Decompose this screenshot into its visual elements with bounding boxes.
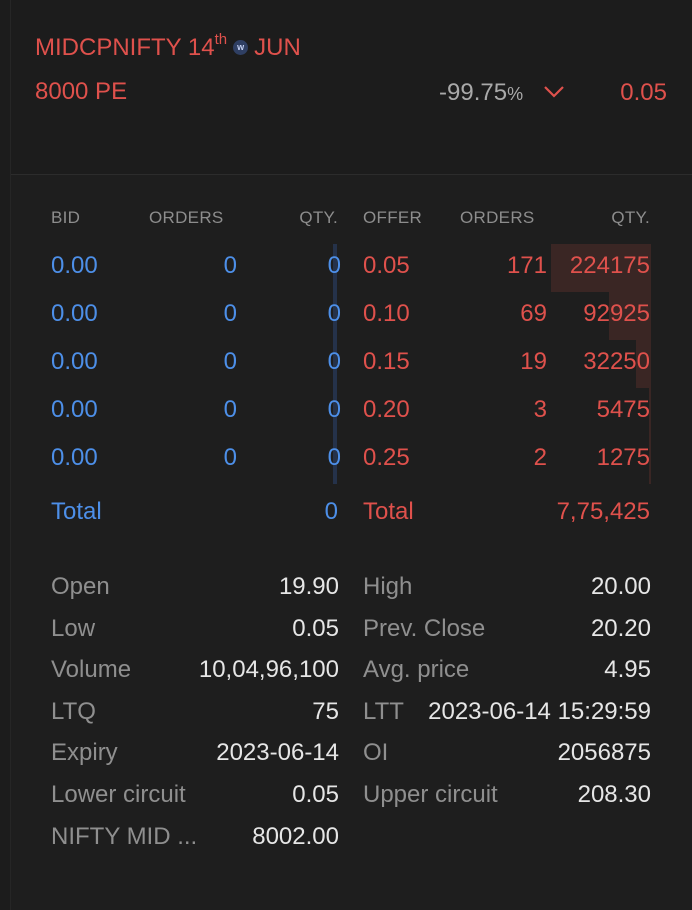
bid-price: 0.00: [51, 252, 98, 279]
change-unit: %: [507, 84, 524, 104]
bid-qty: 0: [327, 252, 341, 279]
stat-label: Avg. price: [363, 656, 470, 683]
bid-price: 0.00: [51, 348, 98, 375]
stat-label: Volume: [51, 656, 132, 683]
bid-orders: 0: [223, 444, 237, 471]
offer-total-label: Total: [363, 498, 414, 525]
bid-qty: 0: [327, 396, 341, 423]
header-bid: BID: [51, 208, 81, 227]
stat-label: Lower circuit: [51, 781, 186, 808]
stat-label: Open: [51, 573, 110, 600]
stat-value: 20.00: [590, 573, 651, 600]
bid-orders: 0: [223, 252, 237, 279]
stat-label: High: [363, 573, 413, 600]
expiry-month: JUN: [254, 34, 301, 61]
stat-value: 19.90: [278, 573, 339, 600]
bid-orders: 0: [223, 300, 237, 327]
header-offer-orders: ORDERS: [460, 208, 535, 227]
expiry-day-suffix: th: [214, 31, 228, 48]
offer-orders: 19: [520, 348, 547, 375]
offer-price: 0.15: [363, 348, 410, 375]
bid-qty: 0: [327, 348, 341, 375]
offer-price: 0.20: [363, 396, 410, 423]
weekly-expiry-badge: w: [233, 40, 249, 55]
chevron-down-icon: [544, 86, 564, 98]
stat-value: 0.05: [292, 615, 339, 642]
instrument-symbol: MIDCPNIFTY 14: [35, 34, 215, 61]
header-offer-qty: QTY.: [611, 208, 650, 227]
stat-label: Low: [51, 615, 96, 642]
stat-value: 2023-06-14: [216, 739, 339, 766]
offer-price: 0.10: [363, 300, 410, 327]
offer-qty: 92925: [583, 300, 650, 327]
stat-label: Expiry: [51, 739, 118, 766]
offer-orders: 171: [506, 252, 547, 279]
stat-value: 2023-06-14 15:29:59: [428, 698, 651, 725]
bid-qty: 0: [327, 300, 341, 327]
bid-orders: 0: [223, 396, 237, 423]
market-depth-panel: MIDCPNIFTY 14th w JUN 8000 PE -99.75% 0.05…: [10, 0, 692, 910]
last-traded-price: 0.05: [620, 79, 667, 106]
change-value: -99.75: [439, 79, 508, 106]
stat-value: 75: [312, 698, 339, 725]
offer-orders: 2: [533, 444, 547, 471]
stat-value: 20.20: [590, 615, 651, 642]
offer-price: 0.05: [363, 252, 410, 279]
stat-value: 4.95: [604, 656, 651, 683]
stat-value: 2056875: [557, 739, 651, 766]
offer-qty: 32250: [583, 348, 650, 375]
bid-orders: 0: [223, 348, 237, 375]
header-offer: OFFER: [363, 208, 423, 227]
change-percent: -99.75%: [439, 79, 523, 107]
bid-total-label: Total: [51, 498, 102, 525]
stat-label: Prev. Close: [363, 615, 486, 642]
stat-label: NIFTY MID ...: [51, 823, 198, 850]
stat-value: 208.30: [577, 781, 651, 808]
offer-orders: 69: [520, 300, 547, 327]
stat-label: OI: [363, 739, 389, 766]
offer-qty: 1275: [596, 444, 650, 471]
instrument-name[interactable]: MIDCPNIFTY 14th w JUN: [35, 31, 301, 62]
bid-price: 0.00: [51, 396, 98, 423]
offer-qty: 224175: [569, 252, 650, 279]
bid-total-value: 0: [324, 498, 338, 525]
offer-qty: 5475: [596, 396, 650, 423]
bid-qty: 0: [327, 444, 341, 471]
header-bid-orders: ORDERS: [149, 208, 224, 227]
stat-value: 10,04,96,100: [198, 656, 339, 683]
offer-price: 0.25: [363, 444, 410, 471]
offer-orders: 3: [533, 396, 547, 423]
header-bid-qty: QTY.: [299, 208, 338, 227]
stat-value: 0.05: [292, 781, 339, 808]
stat-label: LTT: [363, 698, 404, 725]
offer-total-value: 7,75,425: [556, 498, 650, 525]
bid-price: 0.00: [51, 444, 98, 471]
strike-label: 8000 PE: [35, 78, 128, 105]
stat-label: Upper circuit: [363, 781, 498, 808]
bid-price: 0.00: [51, 300, 98, 327]
stat-label: LTQ: [51, 698, 96, 725]
stat-value: 8002.00: [252, 823, 339, 850]
instrument-header[interactable]: MIDCPNIFTY 14th w JUN 8000 PE -99.75% 0.05: [11, 0, 692, 175]
